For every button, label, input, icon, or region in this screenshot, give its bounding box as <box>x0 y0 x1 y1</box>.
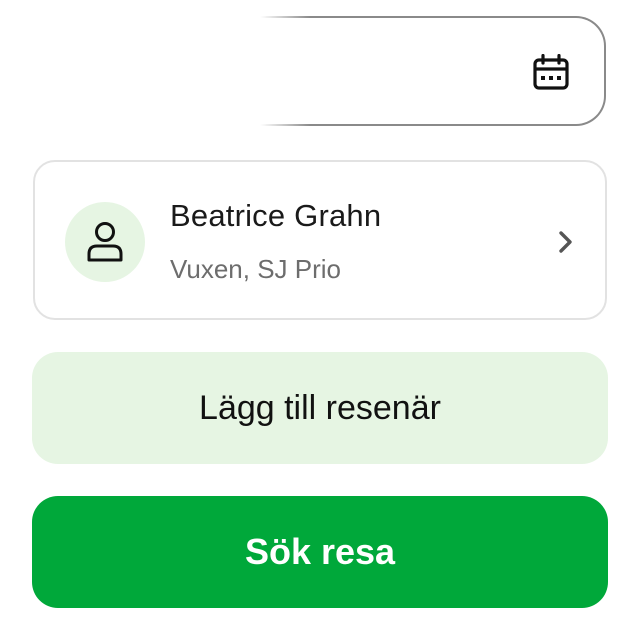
search-trip-page: Beatrice Grahn Vuxen, SJ Prio Lägg till … <box>0 0 640 640</box>
calendar-icon[interactable] <box>532 54 570 92</box>
add-traveler-button[interactable]: Lägg till resenär <box>32 352 608 464</box>
avatar <box>65 202 145 282</box>
traveler-name: Beatrice Grahn <box>170 198 382 233</box>
traveler-card[interactable]: Beatrice Grahn Vuxen, SJ Prio <box>33 160 607 320</box>
search-trip-button[interactable]: Sök resa <box>32 496 608 608</box>
date-field[interactable] <box>200 16 606 130</box>
person-icon <box>87 222 123 262</box>
chevron-right-icon <box>559 231 572 253</box>
traveler-details: Vuxen, SJ Prio <box>170 254 342 284</box>
date-field-fade <box>200 16 310 130</box>
